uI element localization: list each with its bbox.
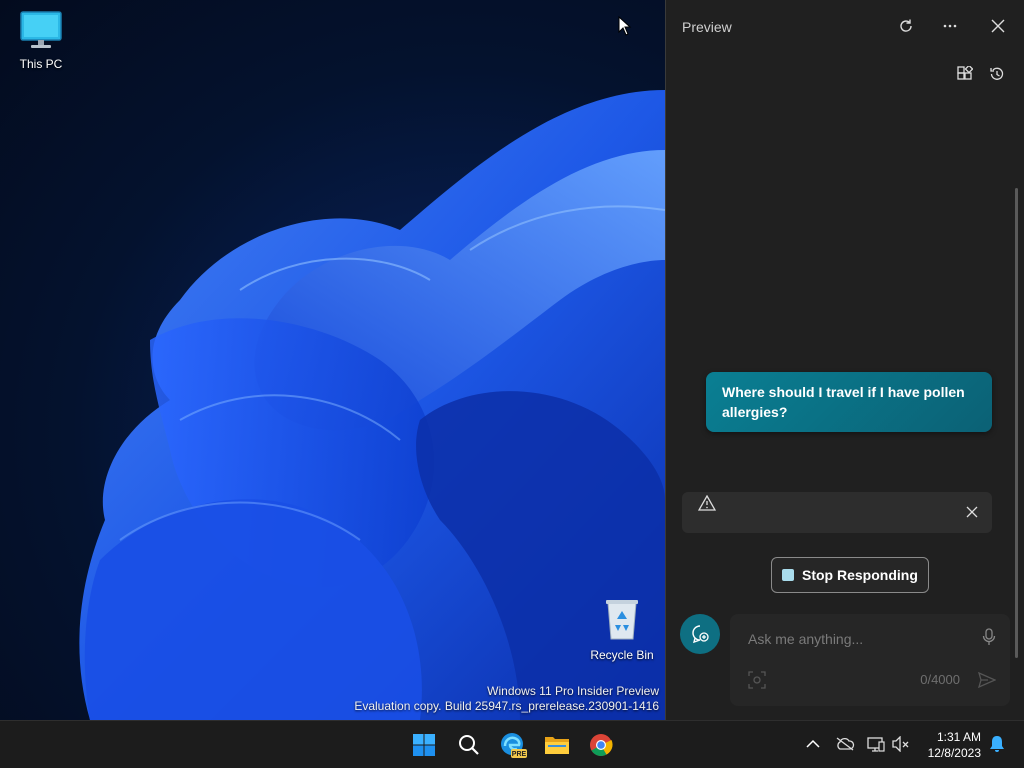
clock-date: 12/8/2023 — [927, 746, 981, 760]
taskbar-clock[interactable]: 1:31 AM 12/8/2023 — [928, 729, 981, 761]
notifications-button[interactable] — [986, 733, 1008, 755]
send-icon — [977, 671, 997, 689]
desktop-icon-this-pc[interactable]: This PC — [1, 10, 81, 71]
close-icon — [966, 506, 978, 518]
build-watermark: Windows 11 Pro Insider Preview Evaluatio… — [354, 684, 659, 714]
panel-title: Preview — [682, 19, 732, 35]
mouse-cursor-icon — [618, 16, 632, 36]
send-button[interactable] — [977, 671, 997, 693]
show-hidden-icons-button[interactable] — [802, 733, 824, 755]
new-topic-button[interactable] — [680, 614, 720, 654]
more-icon — [943, 24, 957, 28]
taskbar-file-explorer[interactable] — [541, 729, 573, 761]
taskbar-search-button[interactable] — [453, 729, 485, 761]
onedrive-tray[interactable] — [834, 733, 856, 755]
compose-box: 0/4000 — [730, 614, 1010, 706]
chevron-up-icon — [806, 739, 820, 748]
dismiss-warning-button[interactable] — [966, 505, 980, 519]
search-icon — [459, 735, 479, 755]
screenshot-icon — [748, 671, 766, 689]
volume-tray[interactable] — [890, 733, 912, 755]
microphone-button[interactable] — [982, 628, 996, 651]
watermark-line-2: Evaluation copy. Build 25947.rs_prerelea… — [354, 699, 659, 713]
screenshot-button[interactable] — [748, 671, 766, 694]
new-topic-icon — [692, 625, 709, 644]
network-tray[interactable] — [865, 733, 887, 755]
watermark-line-1: Windows 11 Pro Insider Preview — [487, 684, 659, 698]
refresh-icon — [900, 19, 912, 32]
taskbar-edge-preview[interactable]: PRE — [497, 729, 529, 761]
desktop-icon-recycle-bin[interactable]: Recycle Bin — [582, 597, 662, 662]
plugins-button[interactable] — [951, 60, 979, 88]
onedrive-icon — [836, 737, 855, 751]
edge-badge: PRE — [512, 751, 527, 758]
bell-icon — [990, 736, 1004, 752]
network-icon — [867, 737, 885, 752]
monitor-icon — [20, 11, 62, 48]
more-options-button[interactable] — [936, 12, 964, 40]
chat-input[interactable] — [746, 628, 970, 650]
file-explorer-icon — [545, 737, 569, 754]
warning-banner — [682, 492, 992, 533]
desktop-icon-label: This PC — [19, 57, 63, 71]
start-button[interactable] — [408, 729, 440, 761]
close-icon — [991, 19, 1005, 33]
close-panel-button[interactable] — [984, 12, 1012, 40]
stop-responding-label: Stop Responding — [802, 567, 918, 583]
desktop-icon-label: Recycle Bin — [590, 648, 654, 662]
volume-muted-icon — [892, 736, 909, 752]
chat-scrollbar[interactable] — [1015, 188, 1018, 658]
plugins-icon — [957, 66, 973, 80]
clock-time: 1:31 AM — [936, 730, 981, 744]
desktop: This PC Recycle Bin Windows 11 Pro Insid… — [0, 0, 665, 720]
recycle-bin-icon — [606, 600, 638, 640]
history-icon — [990, 67, 1004, 80]
char-counter: 0/4000 — [920, 672, 960, 687]
copilot-panel: Preview Where should I travel if I have … — [665, 0, 1024, 720]
taskbar: PRE 1:31 AM 12/8/2023 — [0, 720, 1024, 768]
refresh-button[interactable] — [892, 12, 920, 40]
stop-square-icon — [782, 569, 794, 581]
chrome-icon — [590, 734, 613, 756]
history-button[interactable] — [983, 60, 1011, 88]
wallpaper-bloom — [79, 90, 665, 720]
user-message-bubble: Where should I travel if I have pollen a… — [706, 372, 992, 432]
edge-preview-icon: PRE — [501, 733, 527, 758]
microphone-icon — [982, 628, 996, 645]
stop-responding-button[interactable]: Stop Responding — [771, 557, 929, 593]
start-icon — [413, 734, 435, 756]
taskbar-chrome[interactable] — [585, 729, 617, 761]
warning-icon — [698, 495, 716, 511]
